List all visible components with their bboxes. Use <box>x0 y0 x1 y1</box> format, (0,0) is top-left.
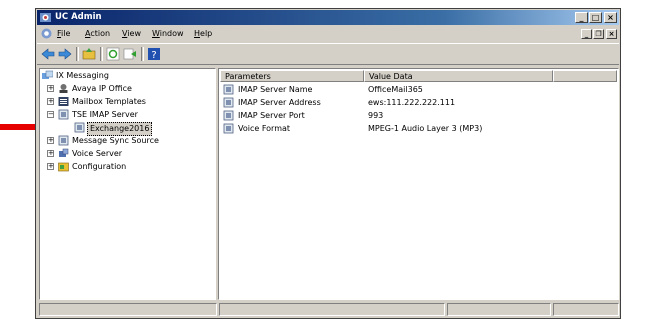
parameter-icon <box>223 84 234 95</box>
menu-file-rest: ile <box>61 29 71 38</box>
sync-source-icon <box>58 135 69 146</box>
up-folder-icon[interactable] <box>82 47 96 61</box>
menu-window[interactable]: Window <box>152 29 184 38</box>
tree-root-label: IX Messaging <box>56 71 109 80</box>
tree-item-label: Configuration <box>72 162 127 171</box>
column-header-parameters[interactable]: Parameters <box>220 70 364 82</box>
tree-item-label: Message Sync Source <box>72 136 159 145</box>
parameter-value: MPEG-1 Audio Layer 3 (MP3) <box>368 124 483 133</box>
minimize-button[interactable]: _ <box>575 12 588 23</box>
expand-toggle[interactable]: + <box>47 150 54 157</box>
status-cell-4 <box>553 303 619 316</box>
status-cell-2 <box>219 303 445 316</box>
console-tree[interactable]: IX Messaging + Avaya IP Office + Mailbox… <box>39 68 216 300</box>
toolbar-separator <box>76 47 79 61</box>
ix-messaging-icon <box>42 70 53 79</box>
parameter-icon <box>223 123 234 134</box>
mailbox-templates-icon <box>58 97 69 106</box>
mdi-close-button[interactable]: × <box>606 29 617 39</box>
status-bar <box>37 302 619 318</box>
voice-server-icon <box>59 148 69 157</box>
details-list[interactable]: Parameters Value Data IMAP Server Name O… <box>218 68 619 300</box>
toolbar: ? <box>37 43 619 65</box>
parameter-value: 993 <box>368 111 384 120</box>
menu-action-rest: ction <box>90 29 111 38</box>
help-icon[interactable]: ? <box>147 47 161 61</box>
menu-help[interactable]: Help <box>194 29 212 38</box>
parameter-value: ews:111.222.222.111 <box>368 98 456 107</box>
status-cell-1 <box>39 303 217 316</box>
parameter-name: IMAP Server Port <box>238 111 305 120</box>
menu-window-rest: indow <box>159 29 184 38</box>
parameter-name: Voice Format <box>238 124 291 133</box>
ip-office-icon <box>59 84 68 93</box>
menu-view[interactable]: View <box>122 29 141 38</box>
menu-bar: File Action View Window Help _ ❐ × <box>37 26 619 42</box>
export-list-icon[interactable] <box>123 47 137 61</box>
window-title: UC Admin <box>55 12 102 22</box>
tree-item-label-selected: Exchange2016 <box>87 122 153 136</box>
column-header-empty <box>553 70 617 82</box>
exchange-server-icon <box>74 122 85 133</box>
expand-toggle[interactable]: + <box>47 85 54 92</box>
menu-file[interactable]: File <box>57 29 70 38</box>
parameter-name: IMAP Server Address <box>238 98 321 107</box>
tree-item-label: Voice Server <box>72 149 123 158</box>
title-bar[interactable]: UC Admin _ □ × <box>37 10 619 25</box>
expand-toggle[interactable]: + <box>47 163 54 170</box>
tree-item-label: Avaya IP Office <box>72 84 132 93</box>
svg-text:?: ? <box>151 50 156 61</box>
menu-help-rest: elp <box>200 29 213 38</box>
toolbar-separator <box>141 47 144 61</box>
parameter-icon <box>223 97 234 108</box>
column-header-value-data[interactable]: Value Data <box>364 70 553 82</box>
refresh-icon[interactable] <box>106 47 120 61</box>
parameter-icon <box>223 110 234 121</box>
expand-toggle[interactable]: + <box>47 98 54 105</box>
menu-action[interactable]: Action <box>85 29 110 38</box>
collapse-toggle[interactable]: − <box>47 111 54 118</box>
system-menu-icon[interactable] <box>41 28 52 39</box>
configuration-icon <box>58 162 69 172</box>
parameter-value: OfficeMail365 <box>368 85 423 94</box>
uc-admin-window: UC Admin _ □ × File Action View Window H… <box>35 8 621 319</box>
parameter-name: IMAP Server Name <box>238 85 313 94</box>
uc-admin-app-icon <box>40 13 51 22</box>
menu-view-rest: iew <box>127 29 141 38</box>
back-arrow-icon[interactable] <box>41 47 55 61</box>
close-button[interactable]: × <box>604 12 617 23</box>
tree-item-label: TSE IMAP Server <box>72 110 138 119</box>
expand-toggle[interactable]: + <box>47 137 54 144</box>
forward-arrow-icon[interactable] <box>58 47 72 61</box>
imap-server-icon <box>58 109 69 120</box>
maximize-button[interactable]: □ <box>589 12 602 23</box>
mdi-restore-button[interactable]: ❐ <box>593 29 604 39</box>
tree-item-label: Mailbox Templates <box>72 97 146 106</box>
mdi-minimize-button[interactable]: _ <box>581 29 592 39</box>
status-cell-3 <box>447 303 551 316</box>
toolbar-separator <box>100 47 103 61</box>
